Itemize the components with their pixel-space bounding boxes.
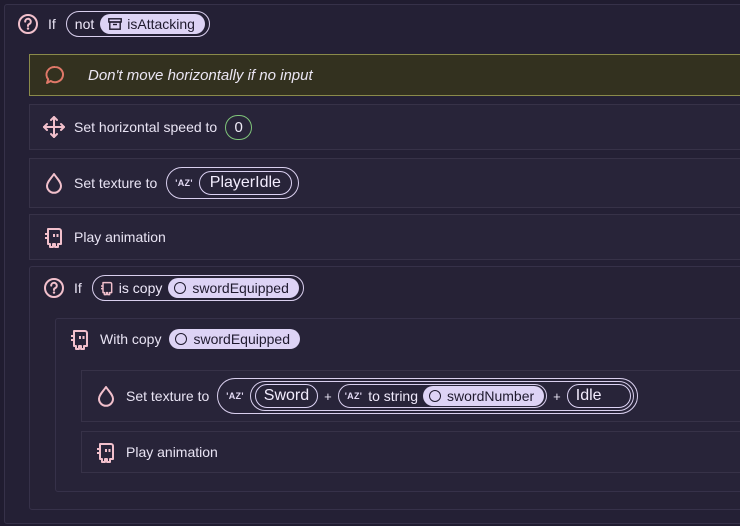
string-az-icon: 'AZ' xyxy=(175,178,193,188)
set-texture-label: Set texture to xyxy=(126,388,210,404)
condition-is-copy[interactable]: is copy swordEquipped xyxy=(91,275,304,301)
variable-swordequipped[interactable]: swordEquipped xyxy=(168,278,299,298)
copy-sprite-icon xyxy=(99,280,115,296)
not-operator: not xyxy=(74,16,95,32)
concat-group[interactable]: Sword + 'AZ' to string swordNumber + Idl… xyxy=(249,381,634,411)
action-play-animation[interactable]: Play animation xyxy=(81,431,740,473)
action-set-texture-playeridle[interactable]: Set texture to 'AZ' PlayerIdle xyxy=(29,158,740,208)
comment-icon xyxy=(43,63,67,87)
if-keyword: If xyxy=(48,16,56,32)
question-icon xyxy=(42,276,66,300)
archive-icon xyxy=(108,18,123,30)
set-speed-label: Set horizontal speed to xyxy=(74,119,218,135)
variable-swordequipped[interactable]: swordEquipped xyxy=(169,329,300,349)
texture-expression[interactable]: 'AZ' PlayerIdle xyxy=(166,167,299,199)
condition-not[interactable]: not isAttacking xyxy=(65,11,210,37)
action-set-horizontal-speed[interactable]: Set horizontal speed to 0 xyxy=(29,104,740,150)
if-header-sword[interactable]: If is copy swordEquipped xyxy=(42,275,304,301)
texture-string-input[interactable]: PlayerIdle xyxy=(198,171,292,195)
copy-sprite-icon xyxy=(94,440,118,464)
copy-sprite-icon xyxy=(68,327,92,351)
drop-icon xyxy=(42,171,66,195)
is-copy-label: is copy xyxy=(118,280,163,296)
play-animation-label: Play animation xyxy=(74,229,166,245)
circle-icon xyxy=(174,282,187,294)
play-animation-label: Play animation xyxy=(126,444,218,460)
string-sword[interactable]: Sword xyxy=(254,384,319,408)
with-copy-header[interactable]: With copy swordEquipped xyxy=(68,326,300,352)
plus-operator: + xyxy=(553,388,561,404)
speed-value-input[interactable]: 0 xyxy=(225,114,253,140)
string-az-icon: 'AZ' xyxy=(226,391,244,401)
comment-row[interactable]: Don't move horizontally if no input xyxy=(29,54,740,96)
circle-icon xyxy=(175,333,188,345)
string-az-icon: 'AZ' xyxy=(344,391,363,401)
comment-text: Don't move horizontally if no input xyxy=(88,66,313,84)
variable-swordnumber[interactable]: swordNumber xyxy=(423,386,545,406)
action-play-animation[interactable]: Play animation xyxy=(29,214,740,260)
move-arrows-icon xyxy=(42,115,66,139)
texture-expression[interactable]: 'AZ' Sword + 'AZ' to string swordNumber … xyxy=(217,378,638,414)
copy-sprite-icon xyxy=(42,225,66,249)
to-string-expression[interactable]: 'AZ' to string swordNumber xyxy=(337,384,548,408)
with-copy-label: With copy xyxy=(100,331,162,347)
if-header-attacking[interactable]: If not isAttacking xyxy=(16,11,210,37)
if-keyword: If xyxy=(74,280,82,296)
set-texture-label: Set texture to xyxy=(74,175,158,191)
to-string-label: to string xyxy=(368,388,419,404)
circle-icon xyxy=(429,390,442,402)
plus-operator: + xyxy=(324,388,332,404)
string-idle[interactable]: Idle xyxy=(566,384,631,408)
drop-icon xyxy=(94,384,118,408)
variable-isattacking[interactable]: isAttacking xyxy=(100,14,205,34)
action-set-texture-concat[interactable]: Set texture to 'AZ' Sword + 'AZ' to stri… xyxy=(81,370,740,422)
question-icon xyxy=(16,12,40,36)
